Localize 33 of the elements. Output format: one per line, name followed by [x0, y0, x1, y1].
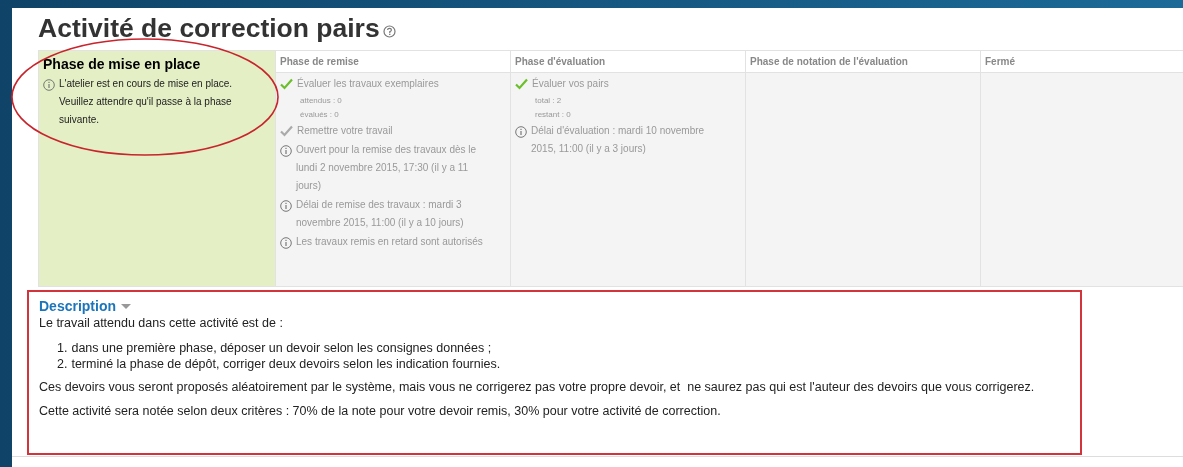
task-text: Délai d'évaluation : mardi 10 novembre 2015, 11:00 (il y a 3 jours) [531, 124, 706, 156]
task-text: Délai de remise des travaux : mardi 3 novembre 2015, 11:00 (il y a 10 jours) [296, 198, 465, 230]
page-title: Activité de correction pairs [38, 12, 380, 44]
task-text: L'atelier est en cours de mise en place. Veuillez attendre qu'il passe à la phase suivante. [59, 77, 234, 127]
info-icon [515, 126, 527, 138]
description-link[interactable]: Description [39, 298, 116, 314]
info-icon [280, 237, 292, 249]
list-number: 2. [57, 356, 68, 372]
list-text: dans une première phase, déposer un devoir selon les consignes données ; [71, 340, 492, 356]
task-detail: total : 2 [535, 96, 563, 105]
task-text: Évaluer vos pairs [532, 76, 609, 91]
list-number: 1. [57, 340, 68, 356]
list-text: terminé la phase de dépôt, corriger deux devoirs selon les indication fournies. [71, 356, 501, 372]
check-icon [280, 78, 293, 90]
info-icon [43, 79, 55, 91]
task-text: Ouvert pour la remise des travaux dès le lundi 2 novembre 2015, 17:30 (il y a 11 jours) [296, 143, 478, 193]
task-text: Remettre votre travail [297, 124, 393, 138]
info-icon [280, 200, 292, 212]
phase-title: Fermé [985, 56, 1015, 67]
phase-title: Phase de mise en place [43, 56, 201, 72]
check-icon [515, 78, 528, 90]
paragraph: Cette activité sera notée selon deux critères : 70% de la note pour votre devoir remis, 30% pour votre activité de correction. [39, 404, 722, 418]
help-icon[interactable] [382, 24, 396, 38]
task-text: Évaluer les travaux exemplaires [297, 76, 439, 91]
task-text: Les travaux remis en retard sont autorisés [296, 235, 483, 249]
phase-title: Phase d'évaluation [515, 56, 606, 67]
check-icon [280, 125, 293, 137]
phase-title: Phase de remise [280, 56, 359, 67]
phase-title: Phase de notation de l'évaluation [750, 56, 908, 67]
info-icon [280, 145, 292, 157]
intro-text: Le travail attendu dans cette activité est de : [39, 316, 284, 330]
caret-icon[interactable] [121, 303, 131, 309]
paragraph: Ces devoirs vous seront proposés aléatoirement par le système, mais vous ne corrigerez pas votre propre devoir, et ne saurez pas qui est l'auteur des devoirs que vous corrigerez. [39, 380, 1036, 394]
